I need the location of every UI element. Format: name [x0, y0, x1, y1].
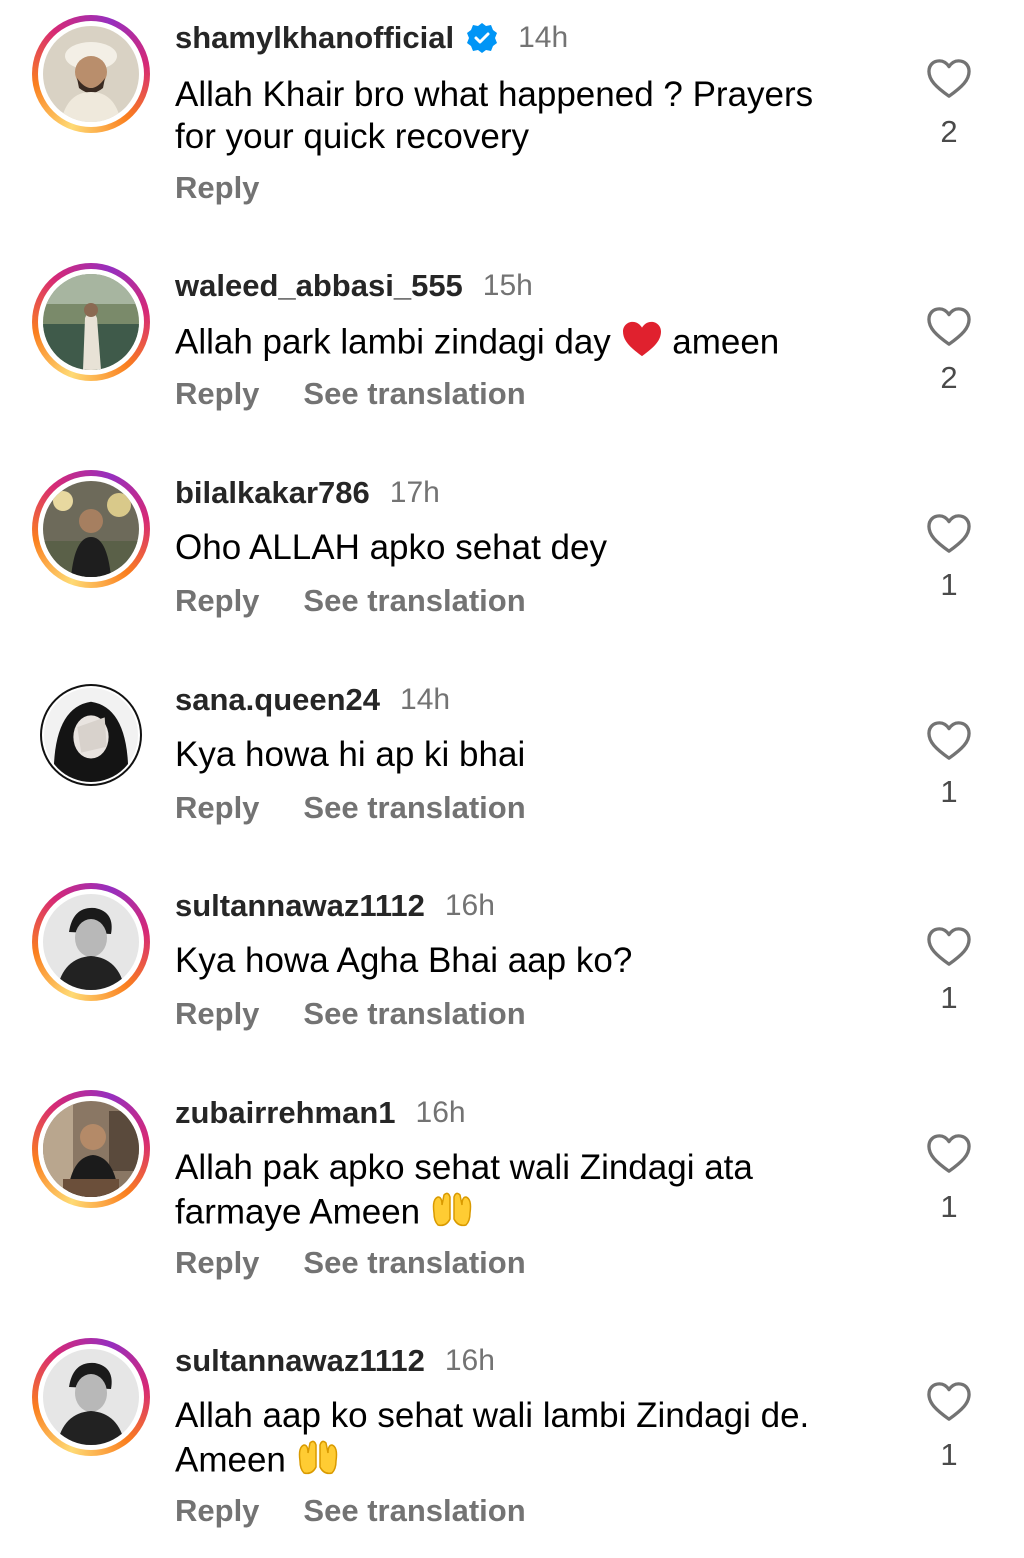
avatar-ring[interactable]	[40, 684, 142, 786]
reply-button[interactable]: Reply	[175, 1493, 259, 1529]
heart-outline-icon[interactable]	[926, 1133, 974, 1177]
heart-outline-icon[interactable]	[926, 720, 974, 764]
avatar	[43, 481, 139, 577]
see-translation-button[interactable]: See translation	[303, 790, 525, 826]
avatar	[43, 1101, 139, 1197]
avatar-story-ring[interactable]	[32, 470, 150, 588]
comment-text-line: Kya howa Agha Bhai aap ko?	[175, 941, 633, 980]
comment-timestamp: 15h	[482, 269, 533, 302]
comment-timestamp: 16h	[444, 889, 495, 922]
comment-text-line: Kya howa hi ap ki bhai	[175, 735, 526, 774]
see-translation-button[interactable]: See translation	[303, 583, 525, 619]
comment-text-segment: Allah park lambi zindagi day	[175, 322, 621, 362]
comment-timestamp: 14h	[518, 21, 569, 54]
comment-timestamp: 16h	[415, 1096, 466, 1129]
comment-text: Allah Khair bro what happened ? Prayers …	[175, 74, 895, 158]
like-count: 1	[940, 567, 958, 602]
comment-text: Kya howa Agha Bhai aap ko?	[175, 940, 895, 982]
comment-username[interactable]: sultannawaz1112	[175, 888, 425, 924]
reply-button[interactable]: Reply	[175, 996, 259, 1032]
see-translation-button[interactable]: See translation	[303, 1493, 525, 1529]
heart-outline-icon[interactable]	[926, 306, 974, 350]
see-translation-button[interactable]: See translation	[303, 1245, 525, 1281]
comment-text-line: Allah pak apko sehat wali Zindagi ata	[175, 1148, 753, 1187]
comment-username[interactable]: shamylkhanofficial	[175, 20, 454, 56]
comment-text-segment: ameen	[662, 322, 780, 362]
comment-username[interactable]: waleed_abbasi_555	[175, 268, 463, 304]
avatar-story-ring[interactable]	[32, 15, 150, 133]
comment-timestamp: 17h	[389, 476, 440, 509]
avatar	[43, 26, 139, 122]
comment-text: Allah pak apko sehat wali Zindagi ata fa…	[175, 1147, 895, 1239]
comment-text-line: farmaye Ameen	[175, 1192, 430, 1232]
verified-badge-icon	[466, 22, 498, 54]
avatar-story-ring[interactable]	[32, 1090, 150, 1208]
comment-text-line: for your quick recovery	[175, 117, 530, 156]
comment-timestamp: 16h	[444, 1344, 495, 1377]
comment-username[interactable]: sana.queen24	[175, 682, 380, 718]
avatar	[43, 274, 139, 370]
palms-up-emoji	[296, 1437, 340, 1487]
heart-outline-icon[interactable]	[926, 926, 974, 970]
palms-up-emoji	[430, 1189, 474, 1239]
red-heart-emoji	[621, 320, 663, 368]
avatar	[43, 894, 139, 990]
comment-text-line: Allah Khair bro what happened ? Prayers	[175, 75, 814, 114]
comment-text: Allah aap ko sehat wali lambi Zindagi de…	[175, 1395, 895, 1487]
like-count: 2	[940, 360, 958, 395]
comment-text: Oho ALLAH apko sehat dey	[175, 527, 895, 569]
comment-timestamp: 14h	[400, 683, 451, 716]
comment-text-line: Allah aap ko sehat wali lambi Zindagi de…	[175, 1396, 810, 1435]
see-translation-button[interactable]: See translation	[303, 996, 525, 1032]
avatar-story-ring[interactable]	[32, 883, 150, 1001]
like-count: 1	[940, 1189, 958, 1224]
reply-button[interactable]: Reply	[175, 376, 259, 412]
reply-button[interactable]: Reply	[175, 1245, 259, 1281]
like-count: 2	[940, 114, 958, 149]
see-translation-button[interactable]: See translation	[303, 376, 525, 412]
comment-username[interactable]: bilalkakar786	[175, 475, 370, 511]
heart-outline-icon[interactable]	[926, 1381, 974, 1425]
reply-button[interactable]: Reply	[175, 583, 259, 619]
avatar	[43, 1349, 139, 1445]
heart-outline-icon[interactable]	[926, 58, 974, 102]
comment-text-line: Ameen	[175, 1440, 296, 1480]
comment-text-line: Oho ALLAH apko sehat dey	[175, 528, 607, 567]
comment-username[interactable]: zubairrehman1	[175, 1095, 396, 1131]
like-count: 1	[940, 774, 958, 809]
heart-outline-icon[interactable]	[926, 513, 974, 557]
like-count: 1	[940, 980, 958, 1015]
avatar-story-ring[interactable]	[32, 1338, 150, 1456]
like-count: 1	[940, 1437, 958, 1472]
comment-text: Kya howa hi ap ki bhai	[175, 734, 895, 776]
reply-button[interactable]: Reply	[175, 790, 259, 826]
reply-button[interactable]: Reply	[175, 170, 259, 206]
comment-username[interactable]: sultannawaz1112	[175, 1343, 425, 1379]
avatar	[44, 688, 138, 782]
comment-text: Allah park lambi zindagi day ameen	[175, 320, 895, 368]
avatar-story-ring[interactable]	[32, 263, 150, 381]
